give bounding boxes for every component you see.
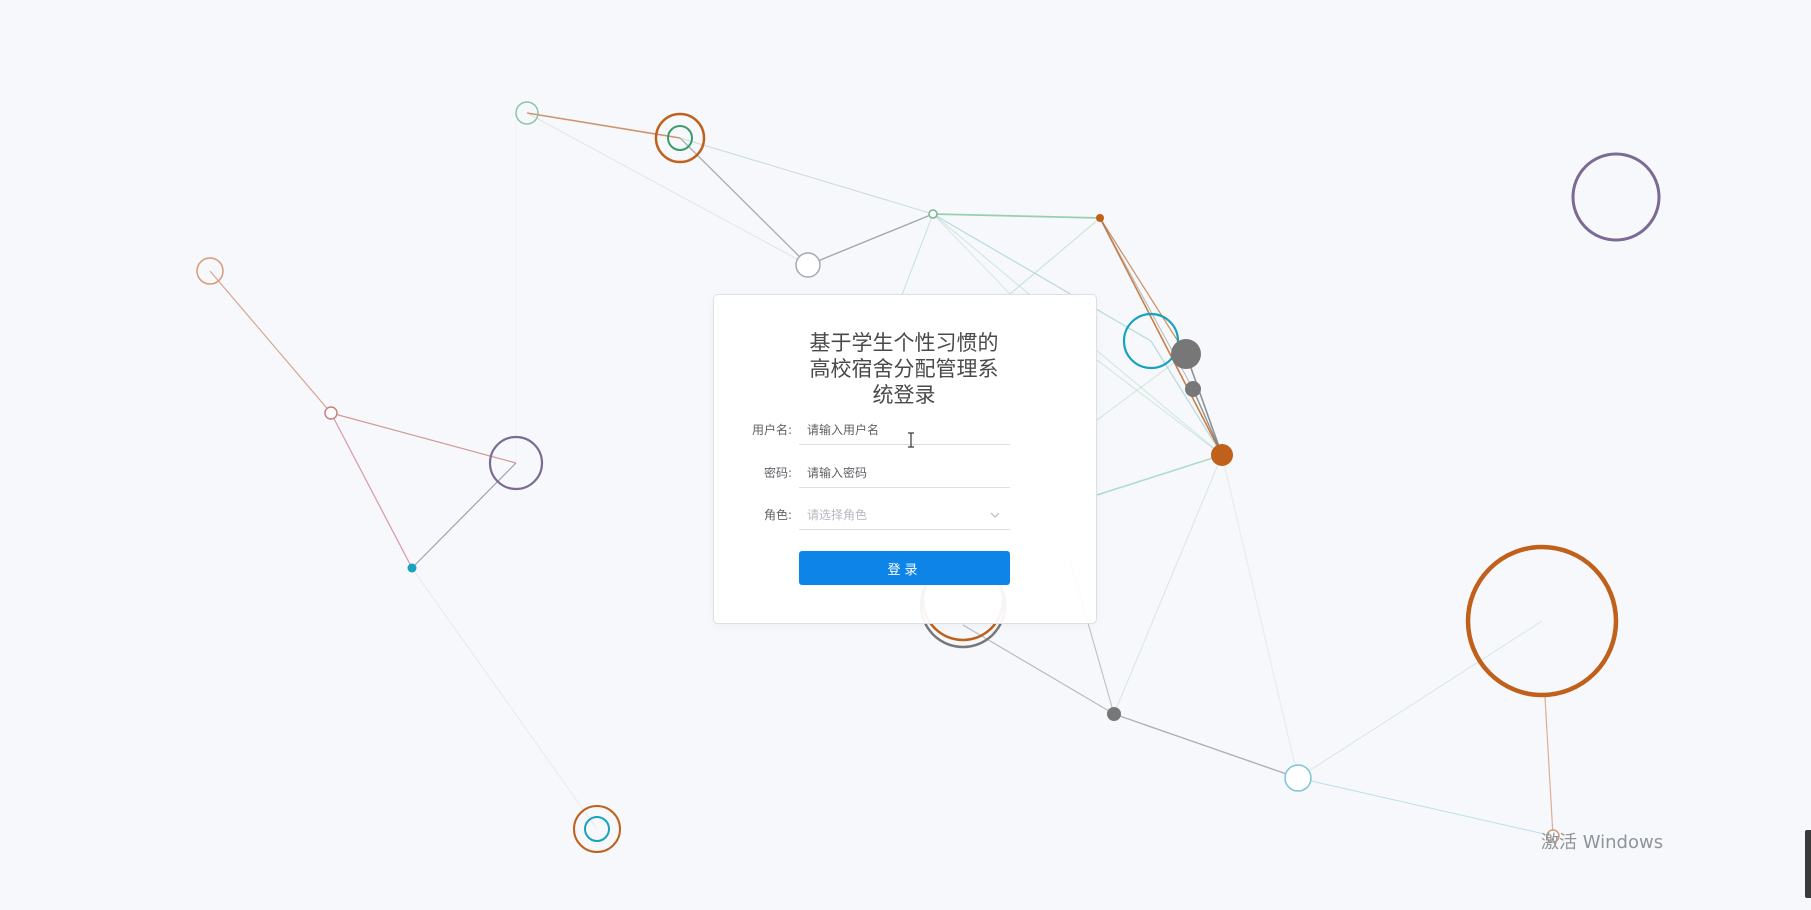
- role-select-placeholder: 请选择角色: [807, 508, 868, 522]
- role-row: 角色: 请选择角色: [714, 500, 1098, 530]
- password-label: 密码:: [763, 466, 792, 480]
- role-label: 角色:: [763, 508, 792, 522]
- password-row: 密码:: [714, 458, 1098, 488]
- username-label: 用户名:: [751, 423, 792, 437]
- activate-windows-watermark: 激活 Windows: [1541, 832, 1664, 853]
- username-input[interactable]: [799, 415, 1010, 445]
- password-input[interactable]: [799, 458, 1010, 488]
- role-select[interactable]: 请选择角色: [799, 500, 1010, 530]
- login-title: 基于学生个性习惯的高校宿舍分配管理系统登录: [809, 331, 999, 407]
- login-button[interactable]: 登录: [799, 551, 1010, 585]
- chevron-down-icon: [990, 512, 1000, 518]
- text-cursor-icon: [908, 432, 914, 448]
- username-row: 用户名:: [714, 415, 1098, 445]
- edge-handle: [1805, 830, 1811, 898]
- login-panel: 基于学生个性习惯的高校宿舍分配管理系统登录 用户名: 密码: 角色: 请选择角色…: [713, 294, 1097, 624]
